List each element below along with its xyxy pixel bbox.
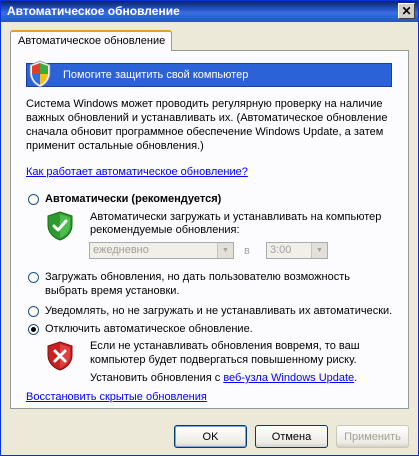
description-line-4: применит остальные обновления.) bbox=[26, 140, 204, 152]
banner-text: Помогите защитить свой компьютер bbox=[63, 69, 249, 81]
radio-download[interactable] bbox=[28, 272, 39, 283]
description-line-1: Система Windows может проводить регулярн… bbox=[26, 98, 383, 110]
cancel-button-label: Отмена bbox=[271, 430, 312, 443]
close-icon: ✕ bbox=[401, 4, 412, 18]
chevron-down-icon: ▼ bbox=[311, 243, 327, 258]
automatic-desc-line-1: Автоматически загружать и устанавливать … bbox=[90, 211, 382, 223]
off-warning-line-1: Если не устанавливать обновления вовремя… bbox=[90, 340, 360, 352]
apply-button-label: Применить bbox=[344, 430, 401, 443]
day-select[interactable]: ежедневно ▼ bbox=[89, 242, 234, 259]
tab-automatic-updates[interactable]: Автоматическое обновление bbox=[10, 30, 172, 51]
off-warning-line-2: компьютер будет подвергаться повышенному… bbox=[90, 354, 357, 366]
radio-off[interactable] bbox=[28, 324, 39, 335]
green-shield-check-icon bbox=[47, 211, 73, 241]
automatic-updates-window: Автоматическое обновление ✕ Автоматическ… bbox=[0, 0, 419, 456]
tab-label: Автоматическое обновление bbox=[18, 35, 166, 47]
time-select[interactable]: 3:00 ▼ bbox=[266, 242, 328, 259]
automatic-desc-line-2: рекомендуемые обновления: bbox=[90, 224, 240, 236]
title-bar[interactable]: Автоматическое обновление ✕ bbox=[1, 1, 418, 22]
windows-security-shield-icon bbox=[29, 60, 51, 88]
apply-button[interactable]: Применить bbox=[336, 425, 409, 448]
option-download-label-line-1[interactable]: Загружать обновления, но дать пользовате… bbox=[45, 270, 350, 284]
windows-update-site-link[interactable]: веб-узла Windows Update bbox=[223, 372, 354, 384]
description-line-3: сначала обновит программное обеспечение … bbox=[26, 126, 384, 138]
cancel-button[interactable]: Отмена bbox=[255, 425, 328, 448]
option-download-label-line-2[interactable]: выбрать время установки. bbox=[45, 284, 179, 298]
option-automatic-label[interactable]: Автоматически (рекомендуется) bbox=[45, 192, 221, 206]
time-select-value: 3:00 bbox=[270, 244, 292, 256]
at-label: в bbox=[244, 245, 250, 257]
red-shield-x-icon bbox=[47, 341, 73, 371]
radio-automatic[interactable] bbox=[28, 194, 39, 205]
close-button[interactable]: ✕ bbox=[398, 3, 415, 19]
ok-button-label: OK bbox=[202, 430, 219, 443]
security-banner: Помогите защитить свой компьютер bbox=[26, 60, 392, 88]
day-select-value: ежедневно bbox=[93, 244, 149, 256]
chevron-down-icon: ▼ bbox=[217, 243, 233, 258]
option-off-label[interactable]: Отключить автоматическое обновление. bbox=[45, 322, 253, 336]
window-title: Автоматическое обновление bbox=[7, 4, 180, 18]
description-line-2: важных обновлений и устанавливать их. (А… bbox=[26, 112, 388, 124]
install-suffix: . bbox=[354, 372, 358, 384]
ok-button[interactable]: OK bbox=[174, 425, 247, 448]
radio-notify[interactable] bbox=[28, 306, 39, 317]
how-it-works-link[interactable]: Как работает автоматическое обновление? bbox=[26, 165, 248, 179]
install-prefix: Установить обновления с bbox=[90, 372, 224, 384]
restore-hidden-updates-link[interactable]: Восстановить скрытые обновления bbox=[26, 390, 207, 404]
install-updates-text: Установить обновления с веб-узла Windows… bbox=[90, 371, 357, 385]
option-notify-label[interactable]: Уведомлять, но не загружать и не устанав… bbox=[45, 304, 392, 318]
